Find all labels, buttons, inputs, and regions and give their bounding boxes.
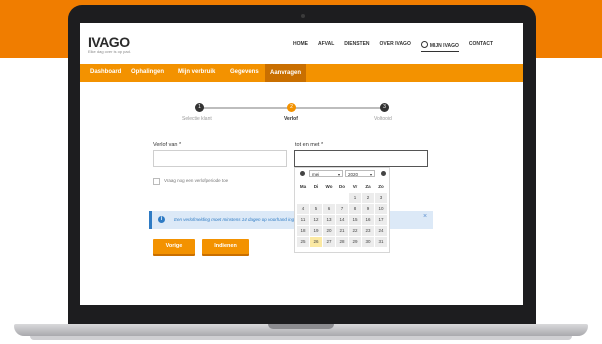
calendar-empty-cell bbox=[297, 193, 309, 203]
to-date-input[interactable] bbox=[294, 150, 428, 167]
calendar-day[interactable]: 14 bbox=[336, 215, 348, 225]
site-header: IVAGO Elke dag over is op pad. HOME AFVA… bbox=[80, 23, 523, 64]
calendar-day[interactable]: 10 bbox=[375, 204, 387, 214]
calendar-empty-cell bbox=[336, 193, 348, 203]
calendar-day[interactable]: 24 bbox=[375, 226, 387, 236]
datepicker: mei ▾ 2020 ▾ Ma Di Wo Do Vr Za Zo 1 2 3 4 5 6 7 8 9 10 11 12… bbox=[294, 167, 390, 253]
calendar-day[interactable]: 29 bbox=[349, 237, 361, 247]
subnav-ophalingen[interactable]: Ophalingen bbox=[131, 69, 164, 75]
calendar-day[interactable]: 15 bbox=[349, 215, 361, 225]
calendar-day[interactable]: 1 bbox=[349, 193, 361, 203]
calendar-day[interactable]: 11 bbox=[297, 215, 309, 225]
from-label: Verlof van * bbox=[153, 142, 182, 148]
nav-diensten[interactable]: DIENSTEN bbox=[344, 41, 369, 52]
month-value: mei bbox=[312, 172, 320, 177]
info-icon: i bbox=[158, 216, 165, 223]
account-subnav: Dashboard Ophalingen Mijn verbruik Gegev… bbox=[80, 64, 523, 82]
calendar-day[interactable]: 21 bbox=[336, 226, 348, 236]
calendar-day[interactable]: 2 bbox=[362, 193, 374, 203]
chevron-down-icon: ▾ bbox=[369, 172, 372, 177]
extra-period-checkbox[interactable] bbox=[153, 178, 160, 185]
calendar-day[interactable]: 28 bbox=[336, 237, 348, 247]
year-select[interactable]: 2020 ▾ bbox=[345, 170, 375, 177]
calendar-day[interactable]: 6 bbox=[323, 204, 335, 214]
stepper-line-2 bbox=[291, 107, 384, 109]
calendar-day[interactable]: 5 bbox=[310, 204, 322, 214]
submit-button[interactable]: Indienen bbox=[202, 239, 249, 254]
calendar-day[interactable]: 7 bbox=[336, 204, 348, 214]
next-month-icon[interactable] bbox=[381, 171, 386, 176]
prev-month-icon[interactable] bbox=[300, 171, 305, 176]
step-3-label: Voltooid bbox=[374, 116, 392, 122]
calendar-day[interactable]: 23 bbox=[362, 226, 374, 236]
calendar-day[interactable]: 4 bbox=[297, 204, 309, 214]
info-accent bbox=[149, 211, 152, 229]
nav-mijn-ivago-label: MIJN IVAGO bbox=[429, 43, 459, 49]
calendar-empty-cell bbox=[310, 193, 322, 203]
calendar-day[interactable]: 8 bbox=[349, 204, 361, 214]
chevron-down-icon: ▾ bbox=[337, 172, 340, 177]
calendar-grid: Ma Di Wo Do Vr Za Zo 1 2 3 4 5 6 7 8 9 10 11 12 13 14 15 16 17 1… bbox=[297, 182, 387, 247]
top-navigation: HOME AFVAL DIENSTEN OVER IVAGO MIJN IVAG… bbox=[293, 41, 493, 52]
nav-over-ivago[interactable]: OVER IVAGO bbox=[380, 41, 411, 52]
user-icon bbox=[420, 41, 428, 48]
step-2-label: Verlof bbox=[284, 116, 298, 122]
calendar-day[interactable]: 13 bbox=[323, 215, 335, 225]
calendar-day[interactable]: 30 bbox=[362, 237, 374, 247]
logo[interactable]: IVAGO bbox=[88, 34, 130, 50]
logo-tagline: Elke dag over is op pad. bbox=[88, 49, 131, 54]
year-value: 2020 bbox=[348, 172, 359, 177]
calendar-day[interactable]: 16 bbox=[362, 215, 374, 225]
weekday-header: Vr bbox=[352, 184, 358, 189]
nav-home[interactable]: HOME bbox=[293, 41, 308, 52]
nav-afval[interactable]: AFVAL bbox=[318, 41, 334, 52]
weekday-header: Ma bbox=[299, 184, 307, 189]
close-icon[interactable]: × bbox=[423, 213, 427, 220]
calendar-day[interactable]: 3 bbox=[375, 193, 387, 203]
step-2-dot: 2 bbox=[287, 103, 296, 112]
calendar-day[interactable]: 17 bbox=[375, 215, 387, 225]
weekday-header: Wo bbox=[325, 184, 333, 189]
calendar-day[interactable]: 26 bbox=[310, 237, 322, 247]
to-label: tot en met * bbox=[295, 142, 324, 148]
extra-period-label: Vraag nog een verlofperiode toe bbox=[164, 178, 229, 183]
calendar-day[interactable]: 25 bbox=[297, 237, 309, 247]
subnav-aanvragen[interactable]: Aanvragen bbox=[265, 64, 307, 82]
laptop-shadow bbox=[30, 336, 572, 340]
calendar-day[interactable]: 12 bbox=[310, 215, 322, 225]
calendar-day[interactable]: 22 bbox=[349, 226, 361, 236]
laptop-notch bbox=[268, 324, 334, 329]
calendar-day[interactable]: 18 bbox=[297, 226, 309, 236]
step-1-label: Selectie klant bbox=[182, 116, 212, 122]
calendar-day[interactable]: 9 bbox=[362, 204, 374, 214]
info-message: i Een verlofmelding moet minstens 14 dag… bbox=[149, 211, 433, 229]
stepper-line-1 bbox=[203, 107, 291, 109]
calendar-day[interactable]: 19 bbox=[310, 226, 322, 236]
weekday-header: Do bbox=[339, 184, 345, 189]
subnav-gegevens[interactable]: Gegevens bbox=[230, 69, 259, 75]
weekday-header: Zo bbox=[378, 184, 384, 189]
laptop-camera bbox=[301, 14, 305, 18]
laptop-screen: IVAGO Elke dag over is op pad. HOME AFVA… bbox=[80, 23, 523, 305]
nav-contact[interactable]: CONTACT bbox=[469, 41, 493, 52]
calendar-day[interactable]: 20 bbox=[323, 226, 335, 236]
step-3-dot: 3 bbox=[380, 103, 389, 112]
subnav-dashboard[interactable]: Dashboard bbox=[90, 69, 121, 75]
subnav-mijn-verbruik[interactable]: Mijn verbruik bbox=[178, 69, 215, 75]
nav-mijn-ivago[interactable]: MIJN IVAGO bbox=[420, 41, 459, 52]
weekday-header: Za bbox=[365, 184, 371, 189]
from-date-input[interactable] bbox=[153, 150, 287, 167]
back-button[interactable]: Vorige bbox=[153, 239, 195, 254]
calendar-day[interactable]: 31 bbox=[375, 237, 387, 247]
weekday-header: Di bbox=[313, 184, 319, 189]
calendar-empty-cell bbox=[323, 193, 335, 203]
calendar-day[interactable]: 27 bbox=[323, 237, 335, 247]
step-1-dot: 1 bbox=[195, 103, 204, 112]
month-select[interactable]: mei ▾ bbox=[309, 170, 343, 177]
